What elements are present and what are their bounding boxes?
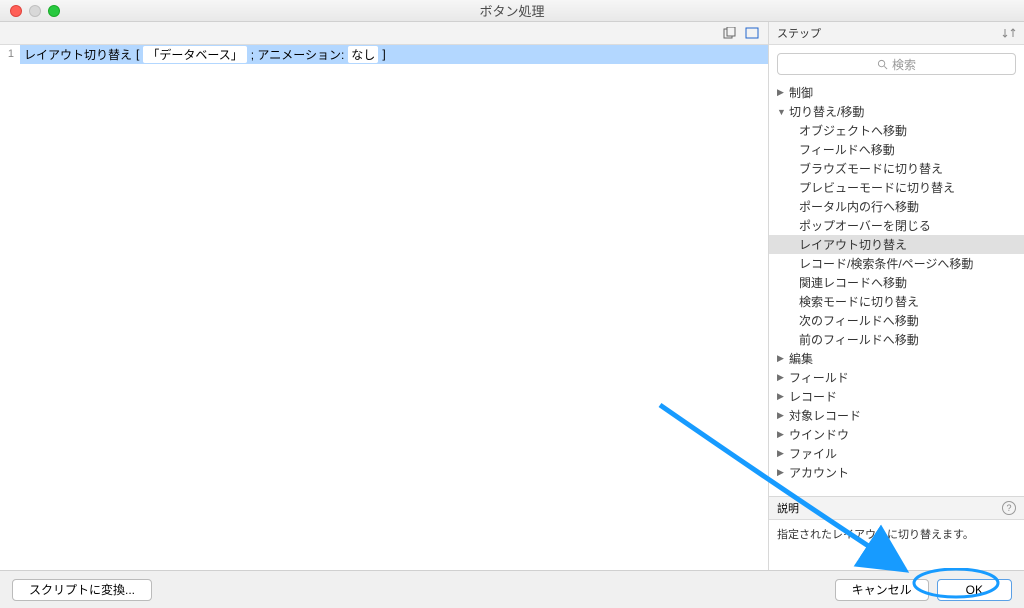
tree-category-label: アカウント: [789, 464, 849, 481]
chevron-right-icon: ▶: [777, 391, 787, 402]
tree-category-label: フィールド: [789, 369, 849, 386]
traffic-lights: [0, 5, 60, 17]
close-window-icon[interactable]: [10, 5, 22, 17]
search-input[interactable]: 検索: [777, 53, 1016, 75]
copy-icon[interactable]: [722, 26, 738, 40]
minimize-window-icon: [29, 5, 41, 17]
tree-category-label: 切り替え/移動: [789, 103, 864, 120]
tree-item[interactable]: 前のフィールドへ移動: [769, 330, 1024, 349]
tree-item-label: ポータル内の行へ移動: [799, 198, 919, 215]
script-pane: 1 レイアウト切り替え [ 「データベース」 ; アニメーション: なし ]: [0, 22, 769, 570]
tree-item[interactable]: レイアウト切り替え: [769, 235, 1024, 254]
tree-item-label: フィールドへ移動: [799, 141, 895, 158]
main-area: 1 レイアウト切り替え [ 「データベース」 ; アニメーション: なし ] ス…: [0, 22, 1024, 570]
step-anim-label: ; アニメーション:: [251, 46, 345, 63]
chevron-right-icon: ▶: [777, 353, 787, 364]
tree-item-label: レコード/検索条件/ページへ移動: [799, 255, 973, 272]
steps-panel-header: ステップ: [769, 22, 1024, 45]
search-wrap: 検索: [769, 45, 1024, 83]
convert-to-script-button[interactable]: スクリプトに変換...: [12, 579, 152, 601]
tree-category-label: 制御: [789, 84, 813, 101]
steps-panel: ステップ 検索 ▶制御▼切り替え/移動オブジェクトへ移動フィールドへ移動ブラウズ…: [769, 22, 1024, 570]
chevron-down-icon: ▼: [777, 107, 787, 117]
tree-category-label: ウインドウ: [789, 426, 849, 443]
zoom-window-icon[interactable]: [48, 5, 60, 17]
view-mode-icon[interactable]: [744, 26, 760, 40]
tree-item-label: オブジェクトへ移動: [799, 122, 907, 139]
step-layout-param[interactable]: 「データベース」: [143, 46, 246, 63]
tree-item-label: 前のフィールドへ移動: [799, 331, 919, 348]
tree-category-label: ファイル: [789, 445, 837, 462]
window-title: ボタン処理: [479, 1, 544, 20]
tree-item-label: レイアウト切り替え: [799, 236, 907, 253]
chevron-right-icon: ▶: [777, 410, 787, 421]
script-toolbar: [0, 22, 768, 45]
search-placeholder: 検索: [892, 56, 916, 73]
tree-item[interactable]: ブラウズモードに切り替え: [769, 159, 1024, 178]
chevron-right-icon: ▶: [777, 372, 787, 383]
tree-category[interactable]: ▶対象レコード: [769, 406, 1024, 425]
chevron-right-icon: ▶: [777, 467, 787, 478]
script-steps-list[interactable]: 1 レイアウト切り替え [ 「データベース」 ; アニメーション: なし ]: [0, 45, 768, 570]
tree-item[interactable]: 次のフィールドへ移動: [769, 311, 1024, 330]
tree-item[interactable]: プレビューモードに切り替え: [769, 178, 1024, 197]
tree-item[interactable]: オブジェクトへ移動: [769, 121, 1024, 140]
ok-button[interactable]: OK: [937, 579, 1012, 601]
tree-category[interactable]: ▶ウインドウ: [769, 425, 1024, 444]
tree-item-label: ブラウズモードに切り替え: [799, 160, 943, 177]
tree-category-label: レコード: [789, 388, 837, 405]
tree-item[interactable]: ポータル内の行へ移動: [769, 197, 1024, 216]
tree-item[interactable]: 関連レコードへ移動: [769, 273, 1024, 292]
step-anim-value[interactable]: なし: [348, 46, 378, 63]
script-step-row[interactable]: レイアウト切り替え [ 「データベース」 ; アニメーション: なし ]: [20, 45, 768, 64]
search-icon: [877, 59, 888, 70]
description-body: 指定されたレイアウトに切り替えます。: [769, 520, 1024, 570]
tree-category-label: 編集: [789, 350, 813, 367]
chevron-right-icon: ▶: [777, 448, 787, 459]
tree-item[interactable]: 検索モードに切り替え: [769, 292, 1024, 311]
chevron-right-icon: ▶: [777, 429, 787, 440]
line-number: 1: [0, 48, 20, 60]
steps-tree[interactable]: ▶制御▼切り替え/移動オブジェクトへ移動フィールドへ移動ブラウズモードに切り替え…: [769, 83, 1024, 496]
titlebar: ボタン処理: [0, 0, 1024, 22]
tree-category[interactable]: ▶ファイル: [769, 444, 1024, 463]
tree-item[interactable]: フィールドへ移動: [769, 140, 1024, 159]
tree-category[interactable]: ▶フィールド: [769, 368, 1024, 387]
tree-category-label: 対象レコード: [789, 407, 861, 424]
description-header: 説明 ?: [769, 497, 1024, 520]
tree-item-label: ポップオーバーを閉じる: [799, 217, 931, 234]
script-line[interactable]: 1 レイアウト切り替え [ 「データベース」 ; アニメーション: なし ]: [0, 45, 768, 63]
tree-category[interactable]: ▼切り替え/移動: [769, 102, 1024, 121]
cancel-button[interactable]: キャンセル: [835, 579, 929, 601]
tree-item[interactable]: ポップオーバーを閉じる: [769, 216, 1024, 235]
description-label: 説明: [777, 500, 799, 516]
tree-item-label: 検索モードに切り替え: [799, 293, 919, 310]
tree-category[interactable]: ▶編集: [769, 349, 1024, 368]
step-command: レイアウト切り替え: [24, 46, 132, 63]
tree-category[interactable]: ▶制御: [769, 83, 1024, 102]
tree-item-label: プレビューモードに切り替え: [799, 179, 955, 196]
description-section: 説明 ? 指定されたレイアウトに切り替えます。: [769, 496, 1024, 570]
tree-item[interactable]: レコード/検索条件/ページへ移動: [769, 254, 1024, 273]
sort-icon[interactable]: [1002, 27, 1016, 39]
tree-item-label: 次のフィールドへ移動: [799, 312, 919, 329]
tree-category[interactable]: ▶アカウント: [769, 463, 1024, 482]
steps-panel-title: ステップ: [777, 25, 821, 41]
chevron-right-icon: ▶: [777, 87, 787, 98]
tree-category[interactable]: ▶レコード: [769, 387, 1024, 406]
help-icon[interactable]: ?: [1002, 501, 1016, 515]
tree-item-label: 関連レコードへ移動: [799, 274, 907, 291]
footer: スクリプトに変換... キャンセル OK: [0, 570, 1024, 608]
